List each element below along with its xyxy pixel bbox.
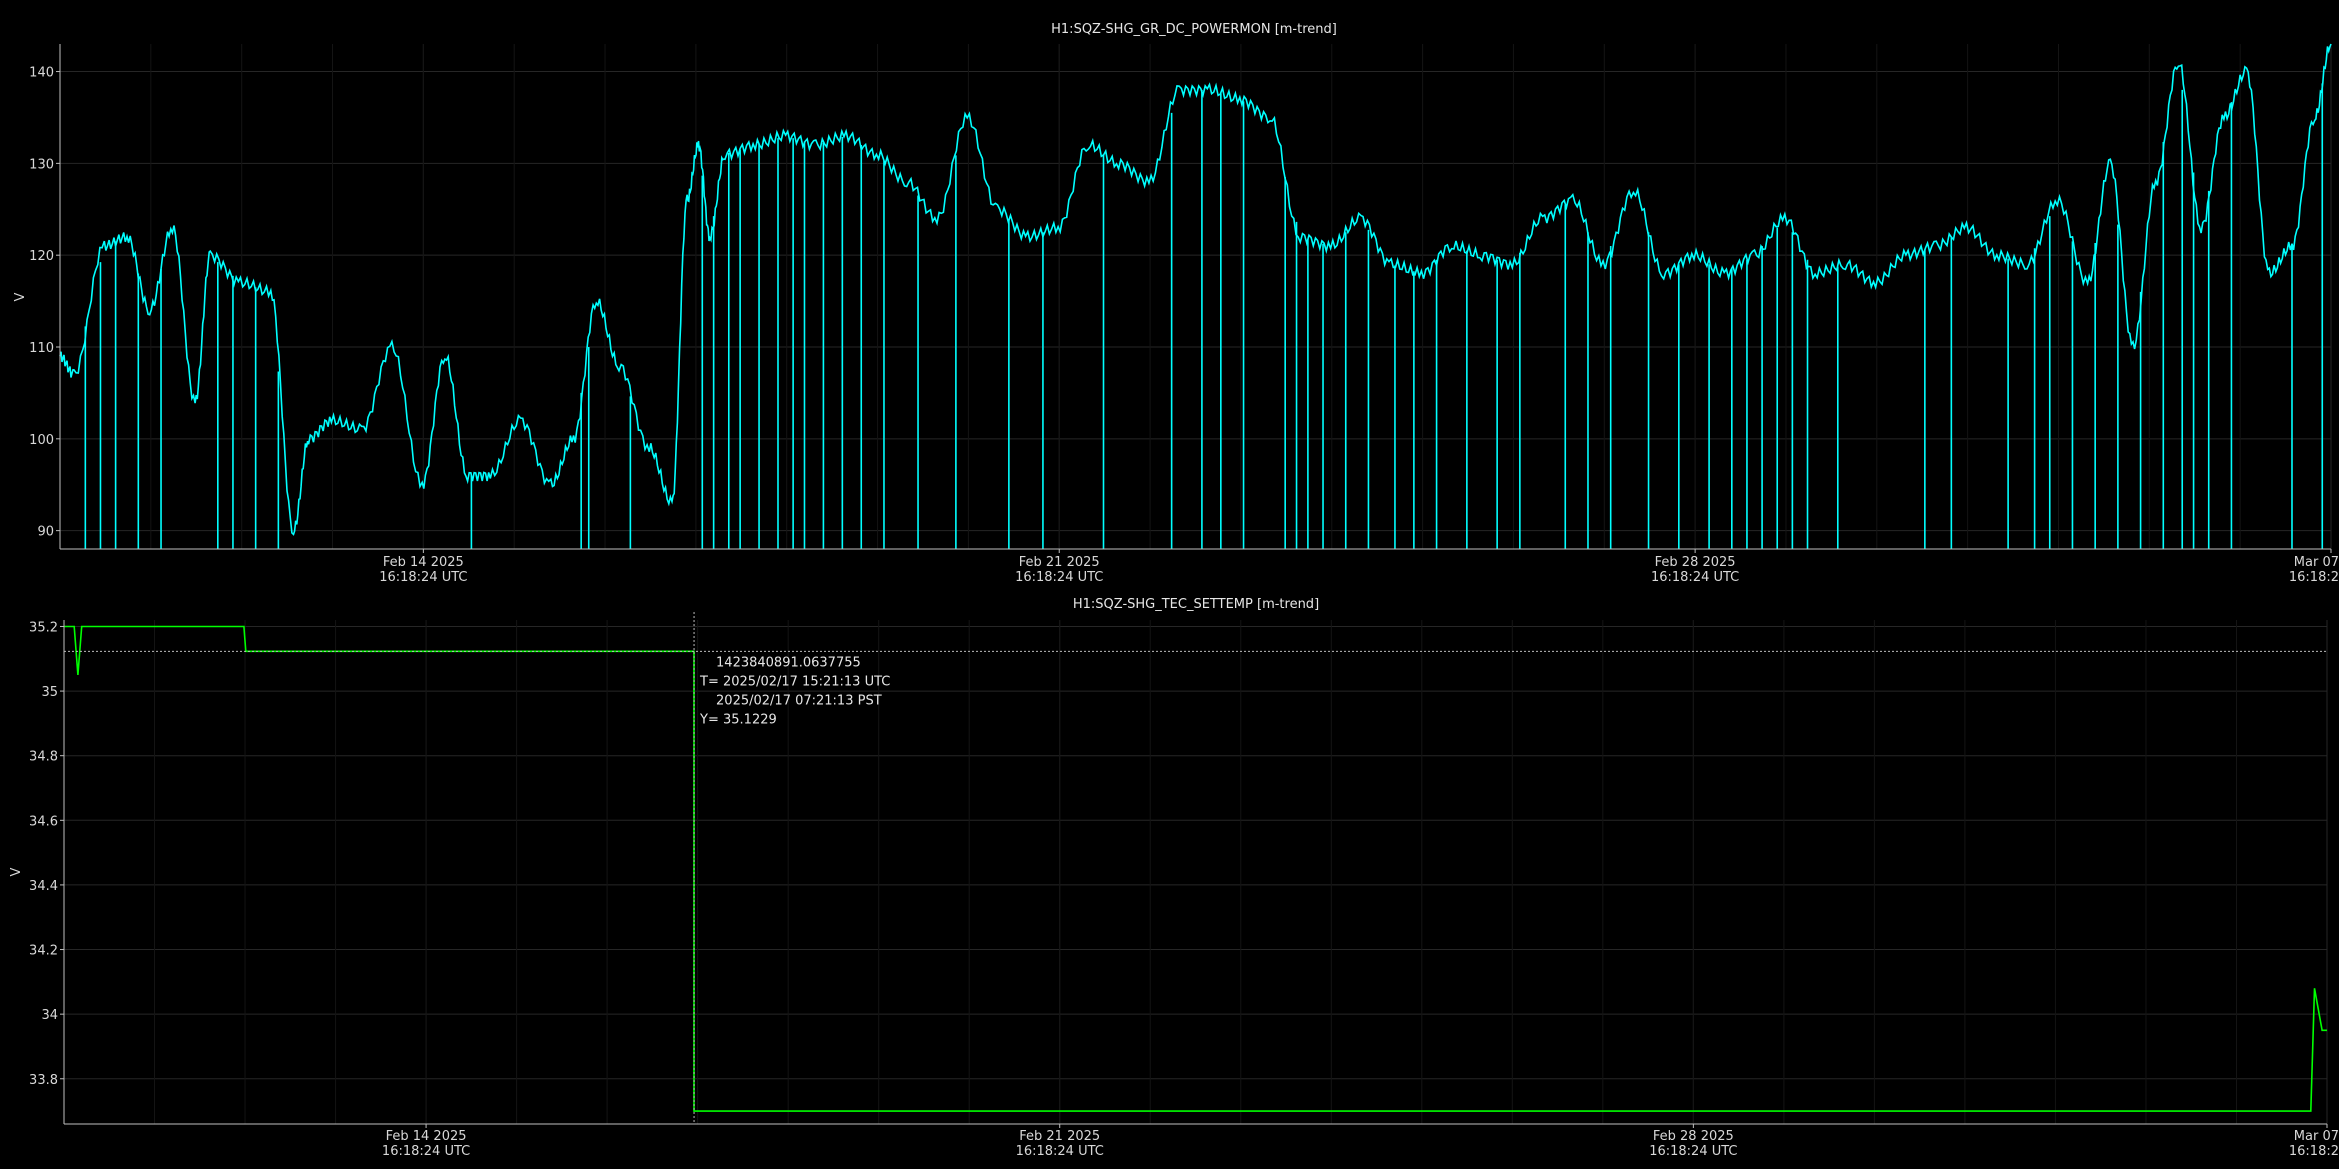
x-tick-label-date: Mar 07 [2294,555,2339,570]
y-tick-label: 34 [41,1008,58,1023]
x-tick-label-date: Feb 28 2025 [1653,1129,1734,1144]
x-tick-label-time: 16:18:2 [2289,1144,2339,1159]
y-tick-label: 130 [29,157,54,172]
y-tick-label: 140 [29,66,54,81]
plot-sqz-shg-gr-dc-powermon[interactable]: H1:SQZ-SHG_GR_DC_POWERMON [m-trend] V 90… [0,0,2339,594]
y-tick-label: 34.2 [29,944,58,959]
x-tick-label-time: 16:18:24 UTC [1015,570,1103,585]
x-tick-label-date: Feb 21 2025 [1019,555,1100,570]
x-tick-label-time: 16:18:24 UTC [379,570,467,585]
cursor-gps-time: 1423840891.0637755 [716,655,861,670]
series-line [59,43,2332,536]
x-tick-label-date: Feb 21 2025 [1019,1129,1100,1144]
y-tick-label: 120 [29,249,54,264]
x-tick-label-time: 16:18:2 [2289,570,2339,585]
x-tick-label-date: Mar 07 [2294,1129,2339,1144]
y-tick-label: 90 [37,525,54,540]
series-line [64,625,2327,1112]
x-tick-label-date: Feb 28 2025 [1655,555,1736,570]
y-tick-label: 33.8 [29,1073,58,1088]
y-tick-label: 34.8 [29,750,58,765]
x-tick-label-time: 16:18:24 UTC [382,1144,470,1159]
y-tick-label: 110 [29,341,54,356]
cursor-utc-time: T= 2025/02/17 15:21:13 UTC [699,674,890,689]
plot-title: H1:SQZ-SHG_GR_DC_POWERMON [m-trend] [1051,22,1337,37]
x-tick-label-date: Feb 14 2025 [383,555,464,570]
y-tick-label: 100 [29,433,54,448]
plot-sqz-shg-tec-settemp[interactable]: H1:SQZ-SHG_TEC_SETTEMP [m-trend] V 14238… [0,594,2339,1169]
plot-title: H1:SQZ-SHG_TEC_SETTEMP [m-trend] [1073,597,1319,612]
y-tick-label: 35.2 [29,620,58,635]
y-axis-label: V [13,292,28,301]
x-tick-label-date: Feb 14 2025 [386,1129,467,1144]
x-tick-label-time: 16:18:24 UTC [1651,570,1739,585]
cursor-y-value: Y= 35.1229 [699,712,777,727]
x-tick-label-time: 16:18:24 UTC [1649,1144,1737,1159]
ndscope-window: H1:SQZ-SHG_GR_DC_POWERMON [m-trend] V 90… [0,0,2339,1169]
cursor-local-time: 2025/02/17 07:21:13 PST [716,693,882,708]
y-axis-label: V [9,867,24,876]
x-tick-label-time: 16:18:24 UTC [1016,1144,1104,1159]
y-tick-label: 34.6 [29,814,58,829]
y-tick-label: 35 [41,685,58,700]
y-tick-label: 34.4 [29,879,58,894]
